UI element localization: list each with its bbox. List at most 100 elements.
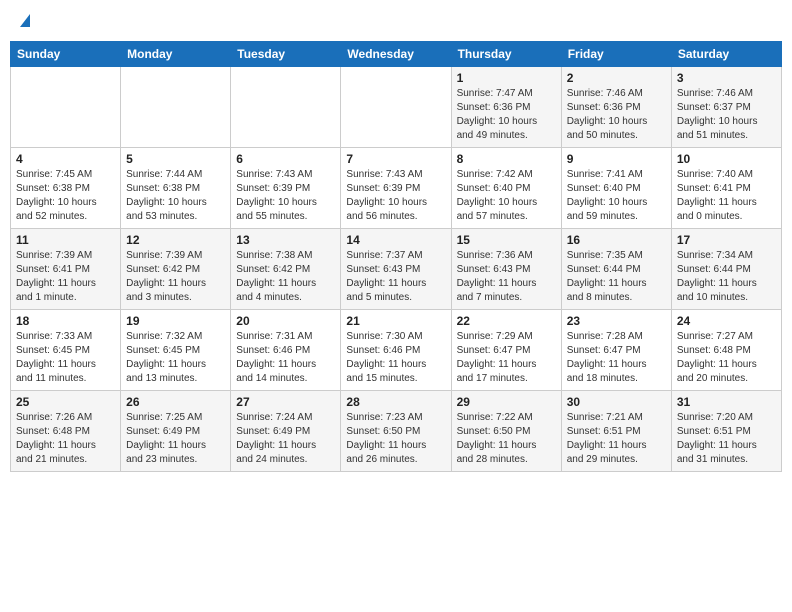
calendar-week-5: 25 Sunrise: 7:26 AMSunset: 6:48 PMDayligh… [11, 391, 782, 472]
calendar-cell: 13 Sunrise: 7:38 AMSunset: 6:42 PMDayligh… [231, 229, 341, 310]
day-number: 3 [677, 71, 776, 85]
calendar-cell: 10 Sunrise: 7:40 AMSunset: 6:41 PMDayligh… [671, 148, 781, 229]
calendar-cell: 31 Sunrise: 7:20 AMSunset: 6:51 PMDayligh… [671, 391, 781, 472]
day-number: 10 [677, 152, 776, 166]
day-number: 21 [346, 314, 445, 328]
day-info: Sunrise: 7:46 AMSunset: 6:37 PMDaylight:… [677, 87, 776, 143]
day-number: 26 [126, 395, 225, 409]
day-info: Sunrise: 7:38 AMSunset: 6:42 PMDaylight:… [236, 249, 335, 305]
calendar-cell: 15 Sunrise: 7:36 AMSunset: 6:43 PMDayligh… [451, 229, 561, 310]
day-info: Sunrise: 7:39 AMSunset: 6:42 PMDaylight:… [126, 249, 225, 305]
day-info: Sunrise: 7:26 AMSunset: 6:48 PMDaylight:… [16, 411, 115, 467]
day-number: 31 [677, 395, 776, 409]
calendar-cell: 23 Sunrise: 7:28 AMSunset: 6:47 PMDayligh… [561, 310, 671, 391]
calendar-cell: 27 Sunrise: 7:24 AMSunset: 6:49 PMDayligh… [231, 391, 341, 472]
calendar-cell: 9 Sunrise: 7:41 AMSunset: 6:40 PMDaylight… [561, 148, 671, 229]
weekday-header-wednesday: Wednesday [341, 42, 451, 67]
day-info: Sunrise: 7:37 AMSunset: 6:43 PMDaylight:… [346, 249, 445, 305]
calendar-cell: 6 Sunrise: 7:43 AMSunset: 6:39 PMDaylight… [231, 148, 341, 229]
day-info: Sunrise: 7:35 AMSunset: 6:44 PMDaylight:… [567, 249, 666, 305]
weekday-header-thursday: Thursday [451, 42, 561, 67]
day-number: 23 [567, 314, 666, 328]
day-number: 29 [457, 395, 556, 409]
day-info: Sunrise: 7:20 AMSunset: 6:51 PMDaylight:… [677, 411, 776, 467]
day-info: Sunrise: 7:29 AMSunset: 6:47 PMDaylight:… [457, 330, 556, 386]
day-number: 11 [16, 233, 115, 247]
day-number: 19 [126, 314, 225, 328]
day-info: Sunrise: 7:46 AMSunset: 6:36 PMDaylight:… [567, 87, 666, 143]
calendar-week-2: 4 Sunrise: 7:45 AMSunset: 6:38 PMDaylight… [11, 148, 782, 229]
calendar-cell: 4 Sunrise: 7:45 AMSunset: 6:38 PMDaylight… [11, 148, 121, 229]
calendar-cell: 17Sunrise: 7:34 AMSunset: 6:44 PMDayligh… [671, 229, 781, 310]
day-number: 22 [457, 314, 556, 328]
day-number: 17 [677, 233, 776, 247]
calendar-cell: 11 Sunrise: 7:39 AMSunset: 6:41 PMDayligh… [11, 229, 121, 310]
day-info: Sunrise: 7:27 AMSunset: 6:48 PMDaylight:… [677, 330, 776, 386]
calendar-week-4: 18 Sunrise: 7:33 AMSunset: 6:45 PMDayligh… [11, 310, 782, 391]
day-number: 16 [567, 233, 666, 247]
calendar-cell: 16 Sunrise: 7:35 AMSunset: 6:44 PMDayligh… [561, 229, 671, 310]
day-info: Sunrise: 7:28 AMSunset: 6:47 PMDaylight:… [567, 330, 666, 386]
calendar-cell [11, 67, 121, 148]
day-info: Sunrise: 7:39 AMSunset: 6:41 PMDaylight:… [16, 249, 115, 305]
day-info: Sunrise: 7:44 AMSunset: 6:38 PMDaylight:… [126, 168, 225, 224]
day-info: Sunrise: 7:41 AMSunset: 6:40 PMDaylight:… [567, 168, 666, 224]
page-header [10, 10, 782, 33]
day-number: 27 [236, 395, 335, 409]
day-number: 2 [567, 71, 666, 85]
day-number: 13 [236, 233, 335, 247]
day-info: Sunrise: 7:40 AMSunset: 6:41 PMDaylight:… [677, 168, 776, 224]
day-number: 6 [236, 152, 335, 166]
day-info: Sunrise: 7:36 AMSunset: 6:43 PMDaylight:… [457, 249, 556, 305]
calendar-cell: 26 Sunrise: 7:25 AMSunset: 6:49 PMDayligh… [121, 391, 231, 472]
day-number: 12 [126, 233, 225, 247]
day-number: 9 [567, 152, 666, 166]
day-info: Sunrise: 7:25 AMSunset: 6:49 PMDaylight:… [126, 411, 225, 467]
calendar-cell: 25 Sunrise: 7:26 AMSunset: 6:48 PMDayligh… [11, 391, 121, 472]
calendar-cell [121, 67, 231, 148]
day-info: Sunrise: 7:31 AMSunset: 6:46 PMDaylight:… [236, 330, 335, 386]
calendar-cell: 24 Sunrise: 7:27 AMSunset: 6:48 PMDayligh… [671, 310, 781, 391]
day-info: Sunrise: 7:47 AMSunset: 6:36 PMDaylight:… [457, 87, 556, 143]
day-number: 5 [126, 152, 225, 166]
logo-triangle-icon [20, 14, 30, 27]
weekday-header-friday: Friday [561, 42, 671, 67]
day-number: 24 [677, 314, 776, 328]
day-info: Sunrise: 7:33 AMSunset: 6:45 PMDaylight:… [16, 330, 115, 386]
calendar-cell: 8Sunrise: 7:42 AMSunset: 6:40 PMDaylight… [451, 148, 561, 229]
calendar-cell: 29 Sunrise: 7:22 AMSunset: 6:50 PMDayligh… [451, 391, 561, 472]
calendar-week-3: 11 Sunrise: 7:39 AMSunset: 6:41 PMDayligh… [11, 229, 782, 310]
weekday-header-saturday: Saturday [671, 42, 781, 67]
weekday-header-sunday: Sunday [11, 42, 121, 67]
day-number: 15 [457, 233, 556, 247]
calendar-cell: 19 Sunrise: 7:32 AMSunset: 6:45 PMDayligh… [121, 310, 231, 391]
day-number: 25 [16, 395, 115, 409]
day-info: Sunrise: 7:45 AMSunset: 6:38 PMDaylight:… [16, 168, 115, 224]
calendar-cell: 12 Sunrise: 7:39 AMSunset: 6:42 PMDayligh… [121, 229, 231, 310]
day-number: 30 [567, 395, 666, 409]
day-number: 1 [457, 71, 556, 85]
day-info: Sunrise: 7:43 AMSunset: 6:39 PMDaylight:… [346, 168, 445, 224]
day-number: 14 [346, 233, 445, 247]
day-number: 20 [236, 314, 335, 328]
calendar-cell: 28Sunrise: 7:23 AMSunset: 6:50 PMDayligh… [341, 391, 451, 472]
day-info: Sunrise: 7:32 AMSunset: 6:45 PMDaylight:… [126, 330, 225, 386]
day-number: 4 [16, 152, 115, 166]
weekday-header-monday: Monday [121, 42, 231, 67]
calendar-header-row: SundayMondayTuesdayWednesdayThursdayFrid… [11, 42, 782, 67]
calendar-cell: 3 Sunrise: 7:46 AMSunset: 6:37 PMDaylight… [671, 67, 781, 148]
calendar-cell: 21 Sunrise: 7:30 AMSunset: 6:46 PMDayligh… [341, 310, 451, 391]
calendar-cell: 2 Sunrise: 7:46 AMSunset: 6:36 PMDaylight… [561, 67, 671, 148]
day-info: Sunrise: 7:43 AMSunset: 6:39 PMDaylight:… [236, 168, 335, 224]
day-info: Sunrise: 7:30 AMSunset: 6:46 PMDaylight:… [346, 330, 445, 386]
calendar-cell: 18 Sunrise: 7:33 AMSunset: 6:45 PMDayligh… [11, 310, 121, 391]
day-info: Sunrise: 7:22 AMSunset: 6:50 PMDaylight:… [457, 411, 556, 467]
day-number: 18 [16, 314, 115, 328]
day-number: 7 [346, 152, 445, 166]
calendar-cell: 22 Sunrise: 7:29 AMSunset: 6:47 PMDayligh… [451, 310, 561, 391]
weekday-header-tuesday: Tuesday [231, 42, 341, 67]
logo [18, 14, 30, 29]
day-number: 8 [457, 152, 556, 166]
day-number: 28 [346, 395, 445, 409]
day-info: Sunrise: 7:24 AMSunset: 6:49 PMDaylight:… [236, 411, 335, 467]
